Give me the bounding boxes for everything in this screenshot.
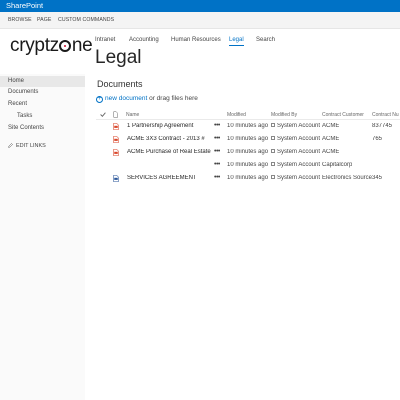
row-4-modified: 10 minutes ago [227, 162, 269, 168]
pdf-icon [113, 136, 119, 143]
logo-text-left: cryptz [10, 35, 59, 56]
leftnav-site-contents[interactable]: Site Contents [8, 125, 44, 131]
site-logo[interactable]: cryptz ne [10, 35, 93, 56]
row-5-name[interactable]: SERVICES AGREEMENT [127, 175, 212, 181]
row-4-modified-by[interactable]: System Account [271, 162, 320, 168]
row-5-modified-by[interactable]: System Account [271, 175, 320, 181]
row-3-modified: 10 minutes ago [227, 149, 269, 155]
logo-o-mark [59, 40, 72, 52]
row-2-ellipsis-menu[interactable]: ••• [214, 135, 220, 142]
row-2-modified: 10 minutes ago [227, 136, 269, 142]
row-1-ellipsis-menu[interactable]: ••• [214, 122, 220, 129]
row-1-modified: 10 minutes ago [227, 123, 269, 129]
ribbon-tab-browse[interactable]: BROWSE [8, 17, 32, 23]
row-1-name[interactable]: 1 Partnership Agreement [127, 123, 212, 129]
row-5-customer: Electronics Source [322, 175, 373, 181]
row-5-ellipsis-menu[interactable]: ••• [214, 174, 220, 181]
pdf-icon [113, 149, 119, 156]
topnav-legal[interactable]: Legal [229, 37, 244, 46]
presence-icon [271, 162, 275, 166]
sharepoint-brand[interactable]: SharePoint [6, 1, 43, 10]
row-1-contract-number: 837745 [372, 123, 393, 129]
column-header-contract-customer[interactable]: Contract Customer [322, 112, 364, 118]
ribbon-tab-page[interactable]: PAGE [37, 17, 51, 23]
row-2-contract-number: 765 [372, 136, 383, 142]
word-icon [113, 175, 119, 182]
new-document-link[interactable]: new document [105, 95, 147, 102]
pencil-icon [8, 143, 13, 148]
left-navigation: Home Documents Recent Tasks Site Content… [0, 74, 85, 400]
topnav-human-resources[interactable]: Human Resources [171, 37, 221, 43]
suite-bar: SharePoint [0, 0, 400, 12]
ribbon-tabs: BROWSE PAGE CUSTOM COMMANDS [0, 12, 400, 29]
library-title[interactable]: Documents [97, 79, 143, 89]
topnav-accounting[interactable]: Accounting [129, 37, 159, 43]
row-3-modified-by[interactable]: System Account [271, 149, 320, 155]
row-1-customer: ACME [322, 123, 340, 129]
row-1-modified-by[interactable]: System Account [271, 123, 320, 129]
leftnav-documents[interactable]: Documents [8, 89, 38, 95]
topnav-search[interactable]: Search [256, 37, 275, 43]
topnav-intranet[interactable]: Intranet [95, 37, 115, 43]
row-4-customer: Capitalcorp [322, 162, 353, 168]
row-3-name[interactable]: ACME Purchase of Real Estate [127, 149, 212, 155]
presence-icon [271, 136, 275, 140]
presence-icon [271, 175, 275, 179]
row-3-customer: ACME [322, 149, 340, 155]
column-header-modified[interactable]: Modified [227, 112, 246, 118]
drag-files-text: or drag files here [147, 95, 198, 102]
page-title: Legal [95, 47, 142, 68]
ribbon-tab-custom-commands[interactable]: CUSTOM COMMANDS [58, 17, 114, 23]
pdf-icon [113, 123, 119, 130]
column-header-contract-number[interactable]: Contract Nu [372, 112, 399, 118]
document-type-icon [113, 111, 118, 118]
leftnav-recent[interactable]: Recent [8, 101, 27, 107]
header-divider [96, 119, 400, 120]
plus-icon[interactable]: + [96, 96, 103, 103]
logo-text-right: ne [71, 35, 93, 56]
row-2-customer: ACME [322, 136, 340, 142]
row-5-contract-number: 345 [372, 175, 383, 181]
column-header-modified-by[interactable]: Modified By [271, 112, 297, 118]
edit-links[interactable]: EDIT LINKS [8, 142, 46, 149]
leftnav-home[interactable]: Home [0, 76, 85, 87]
row-2-modified-by[interactable]: System Account [271, 136, 320, 142]
checkmark-icon[interactable] [100, 112, 106, 117]
edit-links-label: EDIT LINKS [16, 143, 46, 149]
row-5-modified: 10 minutes ago [227, 175, 269, 181]
presence-icon [271, 123, 275, 127]
row-2-name[interactable]: ACME 3X3 Contract - 2013 # [127, 136, 212, 142]
leftnav-tasks[interactable]: Tasks [17, 113, 32, 119]
row-3-ellipsis-menu[interactable]: ••• [214, 148, 220, 155]
column-header-name[interactable]: Name [126, 112, 139, 118]
row-4-ellipsis-menu[interactable]: ••• [214, 161, 220, 168]
presence-icon [271, 149, 275, 153]
new-document-bar: + new document or drag files here [96, 95, 198, 103]
